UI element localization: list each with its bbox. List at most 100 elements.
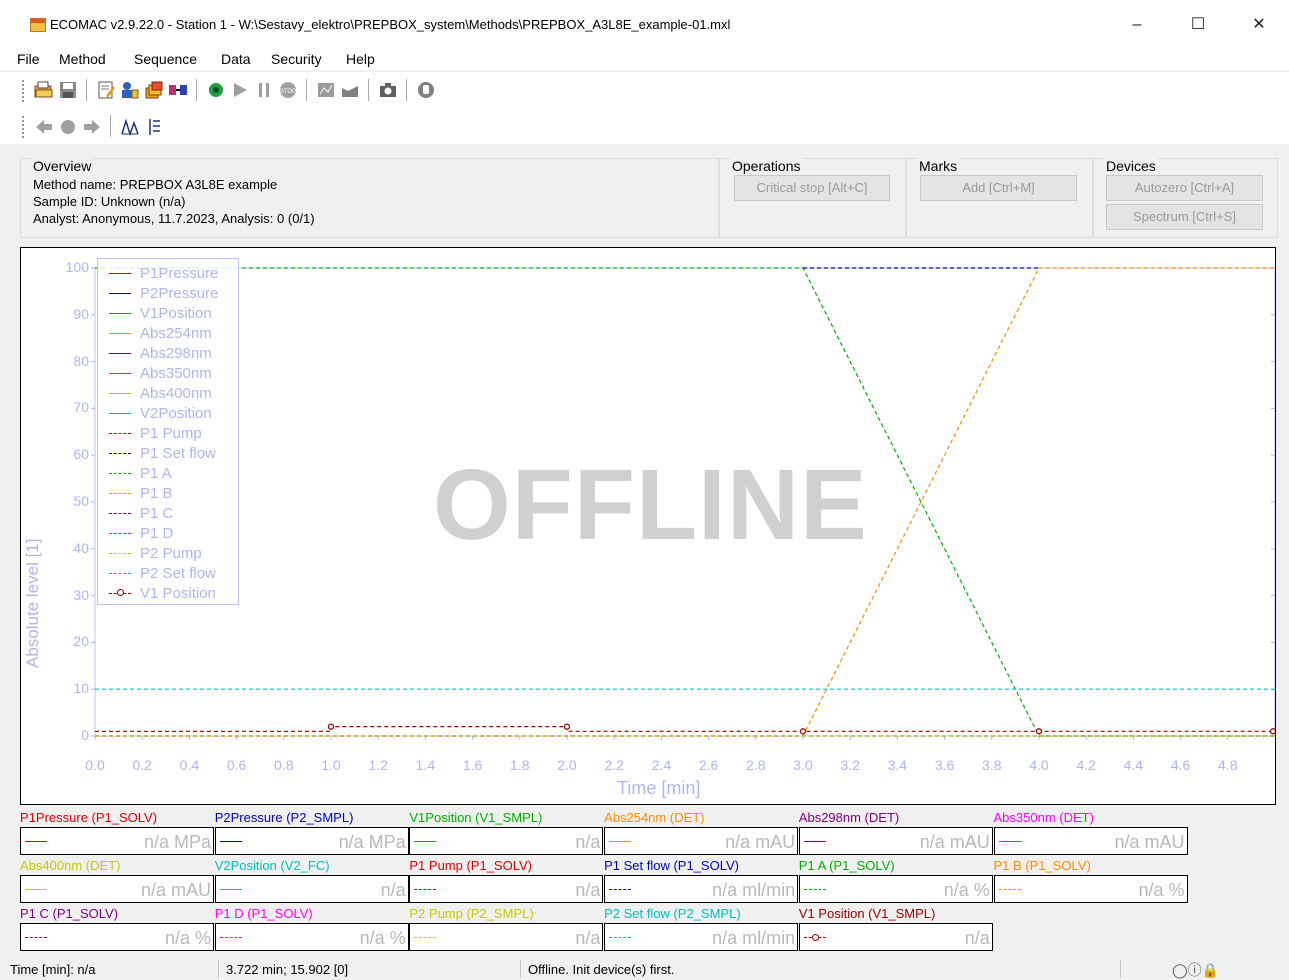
chart-view-icon[interactable] [316, 80, 336, 100]
readout-v1position: V1Position (V1_SMPL) n/a [409, 810, 604, 858]
add-mark-button[interactable]: Add [Ctrl+M] [920, 175, 1077, 201]
edit-method-icon[interactable] [96, 80, 116, 100]
readout-title: P2 Set flow (P2_SMPL) [604, 906, 741, 921]
x-tick-label: 2.2 [604, 757, 624, 773]
legend-item: P1 B [98, 484, 238, 504]
chart-area[interactable]: 0 10 20 30 40 50 60 70 80 90 100 0.0 0.2 0.4 0.6 0.8 1.… [20, 247, 1276, 805]
readout-value: n/a % [943, 880, 990, 900]
readout-value-box: n/a mAU [20, 875, 214, 903]
menu-data[interactable]: Data [221, 51, 251, 67]
legend-label: Abs400nm [140, 385, 212, 402]
toolbar-grip[interactable] [22, 80, 26, 102]
legend-line [109, 273, 131, 274]
pause-icon[interactable] [254, 80, 274, 100]
readout-title: Abs400nm (DET) [20, 858, 121, 873]
legend-line [109, 473, 131, 474]
series-marker [563, 723, 571, 730]
stop-icon[interactable]: STOP [278, 80, 298, 100]
readout-line-sample [609, 841, 632, 842]
navigation-toolbar [0, 108, 1289, 144]
close-button[interactable]: ✕ [1236, 10, 1282, 40]
users-icon[interactable] [120, 80, 140, 100]
legend-line [109, 573, 131, 574]
baseline-icon[interactable] [144, 117, 164, 137]
x-tick-label: 4.2 [1076, 757, 1096, 773]
hand-stop-icon[interactable] [416, 80, 436, 100]
x-tick-label: 1.4 [415, 757, 436, 773]
init-icon[interactable] [206, 80, 226, 100]
peak-integration-icon[interactable] [120, 117, 140, 137]
readout-value-box: n/a [409, 875, 604, 903]
minimize-button[interactable]: – [1114, 10, 1160, 40]
menu-bar: File Method Sequence Data Security Help [0, 48, 1289, 70]
readout-value: n/a [964, 928, 990, 948]
menu-security[interactable]: Security [271, 51, 322, 67]
series-marker [799, 728, 807, 735]
readout-line-sample [998, 889, 1021, 890]
forward-arrow-icon[interactable] [82, 117, 102, 137]
readout-title: P1 B (P1_SOLV) [993, 858, 1091, 873]
spectrum-button[interactable]: Spectrum [Ctrl+S] [1106, 204, 1263, 230]
legend-line [109, 413, 131, 414]
x-tick-label: 3.2 [840, 757, 860, 773]
menu-sequence[interactable]: Sequence [134, 51, 197, 67]
menu-method[interactable]: Method [59, 51, 106, 67]
readout-line-sample [25, 889, 47, 890]
y-tick-label: 20 [73, 633, 89, 650]
autozero-button[interactable]: Autozero [Ctrl+A] [1106, 175, 1263, 201]
camera-icon[interactable] [378, 80, 398, 100]
legend-item: P1Pressure [98, 264, 238, 284]
readout-title: V1 Position (V1_SMPL) [798, 906, 936, 921]
menu-file[interactable]: File [17, 51, 40, 67]
status-indicator-icons: ◯ⓘ🔒 [1172, 962, 1220, 978]
title-bar: ECOMAC v2.9.22.0 - Station 1 - W:\Sestav… [0, 0, 1289, 48]
readout-p1-b: P1 B (P1_SOLV) n/a % [993, 858, 1188, 906]
series-marker [1035, 728, 1043, 735]
readout-title: P1Pressure (P1_SOLV) [20, 810, 158, 825]
y-tick-label: 60 [73, 446, 89, 463]
legend-label: P2 Pump [140, 545, 202, 562]
area-chart-icon[interactable] [340, 80, 360, 100]
sequence-icon[interactable] [144, 80, 164, 100]
readout-value: n/a % [1138, 880, 1185, 900]
readout-value-box: n/a [409, 827, 604, 855]
legend-line [109, 553, 131, 554]
readout-value-box: n/a [798, 923, 993, 951]
y-tick-label: 100 [65, 259, 89, 275]
readout-title: P1 Set flow (P1_SOLV) [604, 858, 739, 873]
legend-line [109, 293, 131, 294]
legend-item: Abs400nm [98, 384, 238, 404]
svg-text:STOP: STOP [280, 89, 296, 95]
readout-title: Abs350nm (DET) [993, 810, 1094, 825]
readout-title: Abs298nm (DET) [798, 810, 900, 825]
record-icon[interactable] [58, 117, 78, 137]
readout-abs350nm: Abs350nm (DET) n/a mAU [993, 810, 1188, 858]
readout-value: n/a [575, 880, 601, 900]
readout-marker [811, 934, 819, 941]
maximize-button[interactable]: ☐ [1175, 10, 1221, 40]
readout-title: P1 A (P1_SOLV) [798, 858, 895, 873]
operations-panel: Operations Critical stop [Alt+C] [719, 158, 906, 238]
menu-help[interactable]: Help [346, 51, 375, 67]
devices-icon[interactable] [168, 80, 188, 100]
devices-title: Devices [1104, 158, 1158, 174]
save-icon[interactable] [58, 80, 78, 100]
open-icon[interactable] [34, 80, 54, 100]
legend-line [109, 313, 131, 314]
legend-label: V2Position [140, 405, 212, 422]
readout-title: Abs254nm (DET) [604, 810, 705, 825]
readout-v1-position: V1 Position (V1_SMPL) n/a [798, 906, 993, 954]
legend-item: P1 A [98, 464, 238, 484]
run-icon[interactable] [230, 80, 250, 100]
chart-legend: P1Pressure P2Pressure V1Position Abs254nm Ab… [97, 258, 239, 605]
operations-title: Operations [730, 158, 803, 174]
series-marker [327, 723, 335, 730]
x-tick-label: 3.6 [934, 757, 955, 773]
toolbar-grip[interactable] [22, 116, 26, 138]
legend-label: V1Position [140, 305, 212, 322]
x-tick-label: 4.0 [1029, 757, 1049, 773]
readout-p1pressure: P1Pressure (P1_SOLV) n/a MPa [20, 810, 214, 858]
back-arrow-icon[interactable] [34, 117, 54, 137]
critical-stop-button[interactable]: Critical stop [Alt+C] [734, 175, 890, 201]
series-marker [1269, 728, 1275, 735]
